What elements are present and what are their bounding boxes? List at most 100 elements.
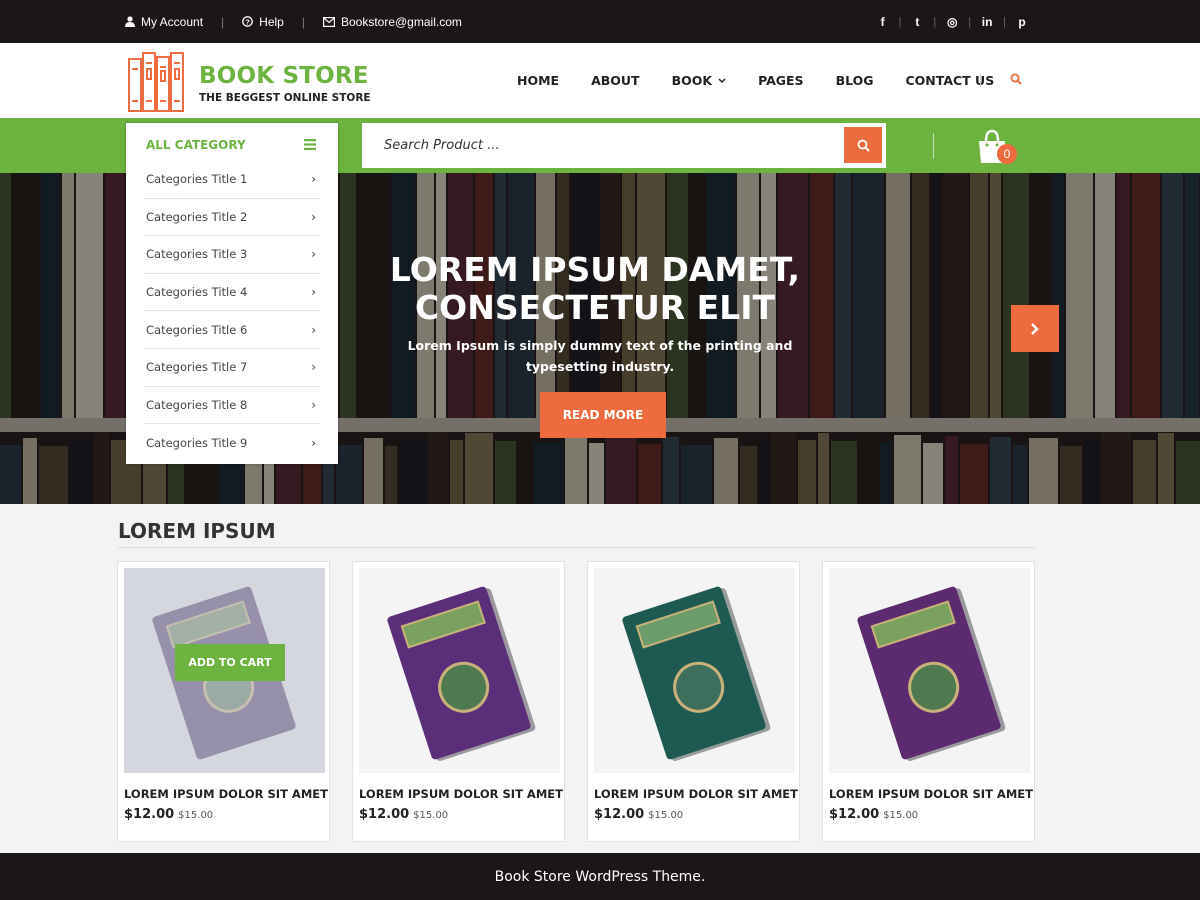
cart-count-badge: 0 [997, 144, 1017, 164]
category-item-label: Categories Title 6 [146, 322, 248, 337]
old-price: $15.00 [883, 810, 919, 821]
search-icon[interactable] [1010, 73, 1022, 85]
product-title[interactable]: LOREM IPSUM DOLOR SIT AMET [359, 787, 563, 801]
brand-tagline: THE BEGGEST ONLINE STORE [199, 92, 371, 104]
section-title: LOREM IPSUM [118, 519, 276, 543]
category-item-label: Categories Title 4 [146, 285, 248, 300]
category-item[interactable]: Categories Title 2 › [144, 199, 320, 237]
nav-home[interactable]: HOME [517, 73, 559, 88]
chevron-right-icon: › [311, 285, 316, 300]
nav-pages[interactable]: PAGES [758, 73, 804, 88]
product-title[interactable]: LOREM IPSUM DOLOR SIT AMET [124, 787, 328, 801]
nav-about[interactable]: ABOUT [591, 73, 640, 88]
add-to-cart-button[interactable]: ADD TO CART [175, 644, 285, 681]
category-heading[interactable]: ALL CATEGORY [146, 138, 246, 152]
category-item-label: Categories Title 9 [146, 435, 248, 450]
envelope-icon [322, 16, 335, 27]
product-image[interactable] [829, 568, 1030, 773]
current-price: $12.00 [124, 807, 175, 822]
chevron-right-icon: › [311, 435, 316, 450]
divider [933, 133, 934, 159]
my-account-link[interactable]: My Account [125, 15, 203, 29]
menu-icon[interactable] [304, 139, 316, 150]
category-item[interactable]: Categories Title 1 › [144, 161, 320, 199]
product-card[interactable]: ADD TO CART LOREM IPSUM DOLOR SIT AMET $… [117, 561, 330, 842]
social-links: f | t | ◎ | in | p [867, 0, 1038, 43]
book-cover-image [387, 586, 536, 761]
category-panel: ALL CATEGORY Categories Title 1 › Categor… [126, 123, 338, 464]
hero-title: LOREM IPSUM DAMET, CONSECTETUR ELIT [350, 251, 840, 327]
category-item-label: Categories Title 2 [146, 209, 248, 224]
chevron-right-icon: › [311, 209, 316, 224]
product-image[interactable] [359, 568, 560, 773]
current-price: $12.00 [359, 807, 410, 822]
product-title[interactable]: LOREM IPSUM DOLOR SIT AMET [829, 787, 1033, 801]
category-item[interactable]: Categories Title 6 › [144, 311, 320, 349]
top-bar: My Account | ? Help | Bookstore@gmail.co… [0, 0, 1200, 43]
nav-book[interactable]: BOOK [672, 73, 726, 88]
my-account-label: My Account [141, 14, 204, 29]
product-image[interactable]: ADD TO CART [124, 568, 325, 773]
hero-title-line: LOREM IPSUM DAMET, [389, 250, 801, 289]
help-link[interactable]: ? Help [242, 15, 284, 29]
slider-next-button[interactable] [1011, 305, 1059, 352]
search-input[interactable] [384, 123, 834, 168]
category-item[interactable]: Categories Title 8 › [144, 387, 320, 425]
svg-text:?: ? [245, 17, 250, 26]
current-price: $12.00 [829, 807, 880, 822]
footer-text[interactable]: Book Store WordPress Theme. [495, 869, 706, 885]
divider [980, 74, 981, 87]
books-logo-icon[interactable] [127, 51, 191, 113]
brand-name[interactable]: BOOK STORE [199, 63, 369, 89]
email-label: Bookstore@gmail.com [340, 14, 462, 29]
instagram-icon[interactable]: ◎ [936, 15, 968, 29]
hero-subtitle-line: Lorem Ipsum is simply dummy text of the … [407, 338, 793, 353]
product-image[interactable] [594, 568, 795, 773]
pinterest-icon[interactable]: p [1006, 15, 1038, 29]
product-title[interactable]: LOREM IPSUM DOLOR SIT AMET [594, 787, 798, 801]
product-card[interactable]: LOREM IPSUM DOLOR SIT AMET $12.00 $15.00 [352, 561, 565, 842]
category-item[interactable]: Categories Title 4 › [144, 274, 320, 312]
old-price: $15.00 [178, 810, 214, 821]
product-price: $12.00 $15.00 [359, 807, 448, 822]
product-price: $12.00 $15.00 [124, 807, 213, 822]
divider: | [221, 14, 225, 29]
product-card[interactable]: LOREM IPSUM DOLOR SIT AMET $12.00 $15.00 [822, 561, 1035, 842]
search-button[interactable] [844, 127, 882, 163]
main-nav: HOME ABOUT BOOK PAGES BLOG CONTACT US [517, 43, 1026, 118]
site-header: BOOK STORE THE BEGGEST ONLINE STORE HOME… [0, 43, 1200, 118]
chevron-down-icon [718, 77, 726, 83]
old-price: $15.00 [648, 810, 684, 821]
facebook-icon[interactable]: f [867, 15, 899, 29]
chevron-right-icon: › [311, 247, 316, 262]
nav-blog[interactable]: BLOG [836, 73, 874, 88]
read-more-button[interactable]: READ MORE [540, 392, 666, 438]
help-icon: ? [242, 16, 254, 27]
product-card[interactable]: LOREM IPSUM DOLOR SIT AMET $12.00 $15.00 [587, 561, 800, 842]
twitter-icon[interactable]: t [901, 15, 933, 29]
product-price: $12.00 $15.00 [594, 807, 683, 822]
product-price: $12.00 $15.00 [829, 807, 918, 822]
help-label: Help [259, 14, 284, 29]
search-icon [857, 139, 870, 152]
category-item-label: Categories Title 8 [146, 397, 248, 412]
category-item[interactable]: Categories Title 9 › [144, 424, 320, 462]
hero-title-line: CONSECTETUR ELIT [414, 288, 776, 327]
category-item-label: Categories Title 7 [146, 360, 248, 375]
category-item-label: Categories Title 3 [146, 247, 248, 262]
current-price: $12.00 [594, 807, 645, 822]
hero-subtitle: Lorem Ipsum is simply dummy text of the … [400, 335, 800, 377]
email-link[interactable]: Bookstore@gmail.com [322, 14, 462, 29]
divider [118, 547, 1035, 548]
old-price: $15.00 [413, 810, 449, 821]
chevron-right-icon: › [311, 172, 316, 187]
linkedin-icon[interactable]: in [971, 15, 1003, 29]
category-item-label: Categories Title 1 [146, 172, 248, 187]
book-cover-image [857, 586, 1006, 761]
search-box [362, 123, 886, 168]
chevron-right-icon: › [311, 360, 316, 375]
category-item[interactable]: Categories Title 7 › [144, 349, 320, 387]
hero-subtitle-line: typesetting industry. [525, 359, 675, 374]
book-cover-image [622, 586, 771, 761]
category-item[interactable]: Categories Title 3 › [144, 236, 320, 274]
